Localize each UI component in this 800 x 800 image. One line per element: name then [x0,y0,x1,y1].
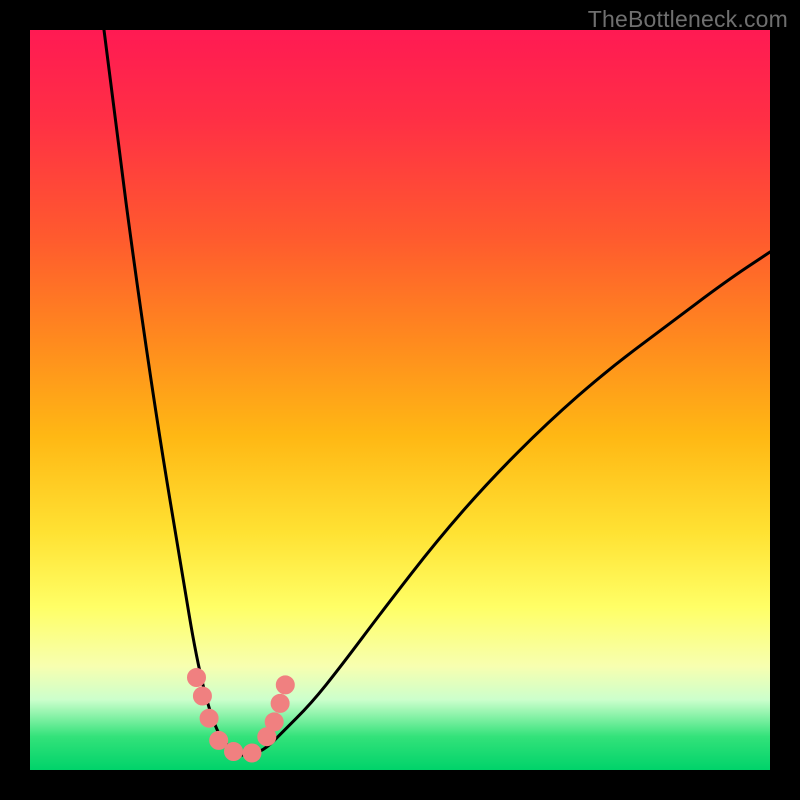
data-marker [210,731,228,749]
marker-group [188,669,295,762]
watermark-text: TheBottleneck.com [588,6,788,33]
plot-area [30,30,770,770]
data-marker [243,744,261,762]
data-marker [276,676,294,694]
data-marker [188,669,206,687]
chart-frame: TheBottleneck.com [0,0,800,800]
data-marker [200,709,218,727]
data-marker [271,694,289,712]
bottleneck-curve [104,30,770,755]
data-marker [225,743,243,761]
data-marker [193,687,211,705]
data-marker [265,713,283,731]
chart-svg [30,30,770,770]
